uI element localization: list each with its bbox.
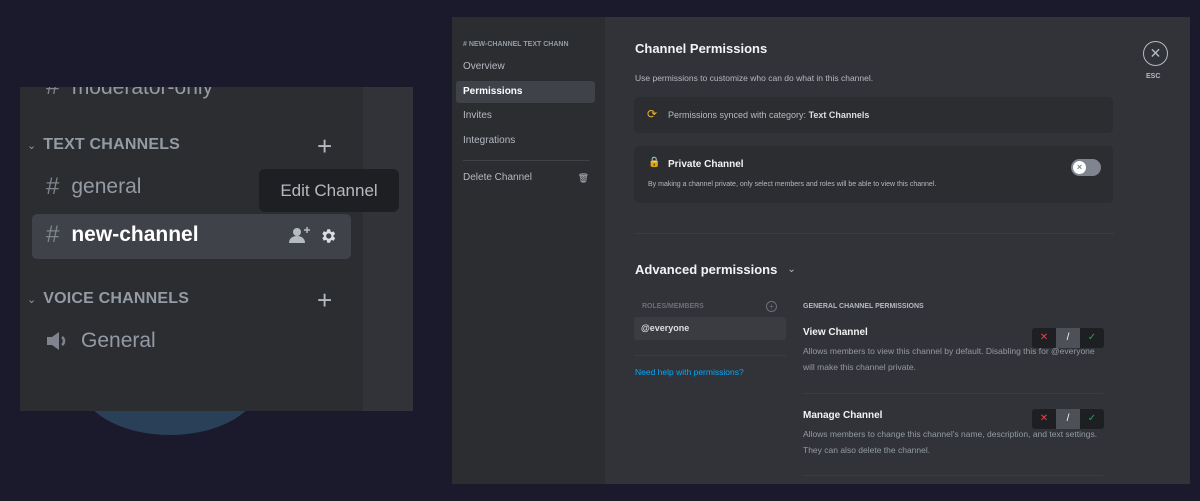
delete-channel-button[interactable]: Delete Channel 🗑 — [456, 167, 599, 189]
deny-icon[interactable]: ✕ — [1032, 328, 1056, 348]
esc-label: ESC — [1146, 73, 1161, 80]
role-everyone[interactable]: @everyone — [634, 317, 786, 340]
divider — [803, 475, 1103, 476]
channel-moderator-only[interactable]: # moderator-only — [46, 87, 213, 101]
divider — [463, 160, 590, 161]
roles-header: ROLES/MEMBERS — [642, 303, 704, 310]
chevron-down-icon: ⌄ — [27, 293, 37, 306]
panel-strip — [363, 87, 413, 411]
help-link[interactable]: Need help with permissions? — [635, 367, 744, 377]
page-subtitle: Use permissions to customize who can do … — [635, 73, 874, 83]
chevron-down-icon: ⌄ — [787, 264, 796, 275]
permission-tristate[interactable]: ✕ / ✓ — [1032, 328, 1104, 348]
advanced-title: Advanced permissions — [635, 262, 778, 277]
divider — [803, 393, 1103, 394]
synced-text: Permissions synced with category: — [668, 110, 807, 120]
allow-icon[interactable]: ✓ — [1080, 409, 1104, 429]
trash-icon: 🗑 — [577, 173, 589, 183]
permission-desc: Allows members to change this channel's … — [803, 429, 1098, 455]
create-invite-icon[interactable] — [289, 226, 311, 244]
hash-icon: # — [46, 87, 59, 100]
private-toggle[interactable]: × — [1071, 159, 1101, 176]
close-icon[interactable]: ✕ — [1143, 41, 1168, 66]
sidebar-item-overview[interactable]: Overview — [456, 56, 595, 78]
create-voice-channel-icon[interactable]: + — [317, 287, 332, 313]
divider — [634, 355, 786, 356]
hash-icon: # — [46, 173, 60, 200]
channel-general[interactable]: # general — [46, 173, 141, 201]
create-text-channel-icon[interactable]: + — [317, 133, 332, 159]
private-channel-card: 🔒 Private Channel By making a channel pr… — [634, 146, 1113, 203]
hash-icon: # — [46, 221, 60, 248]
page-title: Channel Permissions — [635, 41, 768, 56]
voice-channel-general[interactable]: General — [45, 329, 156, 353]
sidebar-item-permissions[interactable]: Permissions — [456, 81, 595, 103]
category-text-channels[interactable]: ⌄ TEXT CHANNELS — [27, 136, 180, 154]
neutral-icon[interactable]: / — [1056, 328, 1080, 348]
speaker-icon — [47, 332, 66, 350]
channel-settings-window: # NEW-CHANNEL TEXT CHANN Overview Permis… — [452, 17, 1190, 484]
permissions-header: GENERAL CHANNEL PERMISSIONS — [803, 303, 924, 310]
advanced-permissions-toggle[interactable]: Advanced permissions ⌄ — [635, 262, 796, 277]
private-desc: By making a channel private, only select… — [648, 181, 937, 188]
deny-icon[interactable]: ✕ — [1032, 409, 1056, 429]
edit-channel-tooltip: Edit Channel — [259, 169, 399, 212]
sidebar-header: # NEW-CHANNEL TEXT CHANN — [463, 41, 569, 48]
add-role-icon[interactable]: + — [766, 301, 777, 312]
chevron-down-icon: ⌄ — [27, 139, 37, 152]
synced-category: Text Channels — [808, 110, 870, 120]
x-icon: × — [1073, 161, 1086, 174]
channel-new-channel[interactable]: # new-channel — [32, 214, 351, 259]
neutral-icon[interactable]: / — [1056, 409, 1080, 429]
lock-icon: 🔒 — [648, 157, 661, 168]
delete-label: Delete Channel — [463, 172, 532, 183]
sidebar-item-invites[interactable]: Invites — [456, 105, 595, 127]
channel-list: # moderator-only ⌄ TEXT CHANNELS + # gen… — [20, 87, 413, 411]
category-voice-channels[interactable]: ⌄ VOICE CHANNELS — [27, 290, 189, 308]
permission-tristate[interactable]: ✕ / ✓ — [1032, 409, 1104, 429]
sync-icon: ⟳ — [647, 107, 658, 121]
divider — [635, 233, 1114, 234]
gear-icon[interactable] — [319, 227, 337, 245]
sidebar-item-integrations[interactable]: Integrations — [456, 130, 595, 152]
settings-sidebar: # NEW-CHANNEL TEXT CHANN Overview Permis… — [452, 17, 605, 484]
private-title: Private Channel — [668, 159, 744, 170]
synced-notice: ⟳ Permissions synced with category: Text… — [634, 97, 1113, 133]
allow-icon[interactable]: ✓ — [1080, 328, 1104, 348]
